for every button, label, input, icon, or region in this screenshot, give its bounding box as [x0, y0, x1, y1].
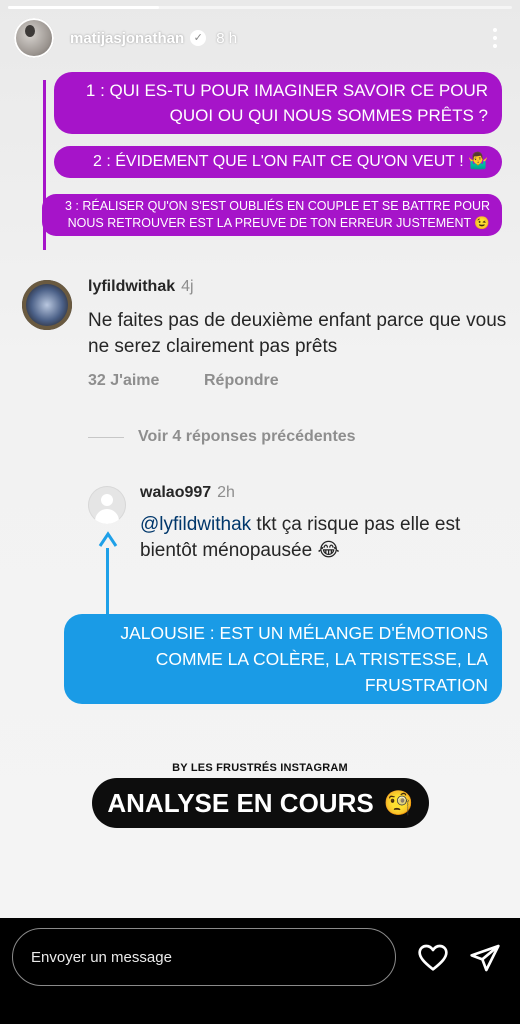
reply-username[interactable]: walao997 [140, 484, 211, 501]
comment-author[interactable]: lyfildwithak 4j [88, 278, 194, 296]
comment-username[interactable]: lyfildwithak [88, 278, 175, 295]
view-previous-replies[interactable]: Voir 4 réponses précédentes [88, 428, 356, 446]
profile-avatar[interactable] [14, 18, 54, 58]
analyse-label: ANALYSE EN COURS [107, 787, 374, 818]
send-icon[interactable] [468, 942, 502, 974]
annotation-purple-3: 3 : RÉALISER QU'ON S'EST OUBLIÉS EN COUP… [42, 194, 502, 236]
monocle-emoji: 🧐 [383, 789, 414, 817]
reply-button[interactable]: Répondre [204, 372, 279, 390]
story-progress-fill [8, 6, 160, 9]
comment-likes[interactable]: 32 J'aime [88, 372, 159, 390]
purple-arrow-line [43, 80, 46, 250]
story-time: 8 h [216, 29, 238, 47]
reply-time: 2h [217, 484, 235, 501]
default-avatar-icon[interactable] [88, 486, 126, 524]
credit-text: BY LES FRUSTRÉS INSTAGRAM [172, 762, 348, 774]
annotation-blue-1: JALOUSIE : EST UN MÉLANGE D'ÉMOTIONS COM… [64, 614, 502, 704]
more-icon[interactable] [492, 28, 498, 48]
message-input[interactable] [12, 928, 396, 986]
reply-text: @lyfildwithak tkt ça risque pas elle est… [140, 512, 510, 564]
verified-badge-icon: ✓ [190, 30, 207, 46]
blue-arrow-line [106, 548, 109, 620]
reply-comment: walao997 2h @lyfildwithak tkt ça risque p… [88, 484, 500, 584]
story-canvas: matijasjonathan ✓ 8 h 1 : QUI ES-TU POUR… [0, 0, 520, 918]
blue-arrow-up-icon [98, 531, 118, 547]
reply-author[interactable]: walao997 2h [140, 484, 235, 502]
comment: lyfildwithak 4j Ne faites pas de deuxième… [22, 278, 506, 398]
divider [88, 436, 124, 438]
story-header: matijasjonathan ✓ 8 h [14, 18, 506, 58]
analyse-banner: ANALYSE EN COURS 🧐 [92, 778, 429, 828]
heart-icon[interactable] [416, 942, 450, 974]
annotation-purple-2: 2 : ÉVIDEMENT QUE L'ON FAIT CE QU'ON VEU… [54, 146, 502, 178]
username[interactable]: matijasjonathan [70, 30, 184, 47]
story-progress-bar [8, 6, 512, 9]
mention-link[interactable]: @lyfildwithak [140, 514, 251, 535]
comment-time: 4j [181, 278, 194, 295]
view-previous-replies-label[interactable]: Voir 4 réponses précédentes [138, 428, 356, 446]
commenter-avatar[interactable] [22, 280, 72, 330]
annotation-purple-1: 1 : QUI ES-TU POUR IMAGINER SAVOIR CE PO… [54, 72, 502, 134]
comment-text: Ne faites pas de deuxième enfant parce q… [88, 310, 507, 357]
